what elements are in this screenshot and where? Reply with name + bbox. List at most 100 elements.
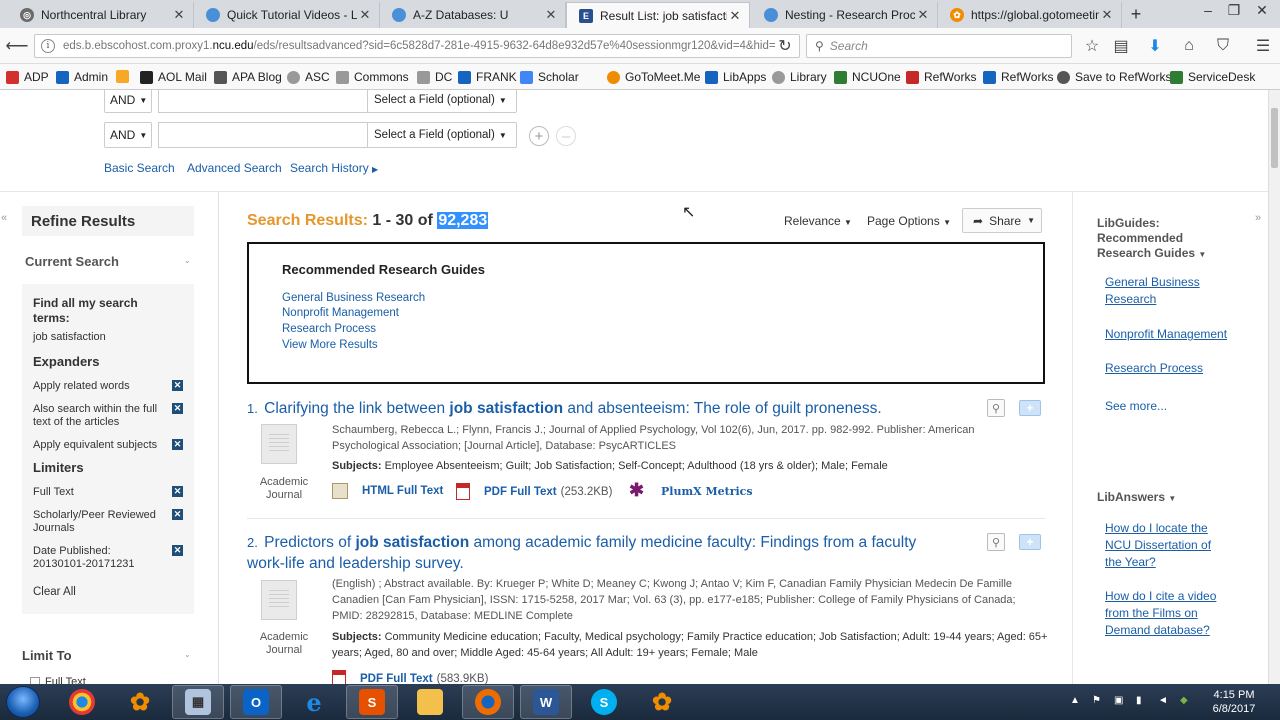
taskbar-word[interactable]: W	[520, 685, 572, 719]
home-icon[interactable]: ⌂	[1178, 35, 1200, 57]
url-bar[interactable]: i eds.b.ebscohost.com.proxy1. ncu.edu/eds…	[34, 34, 800, 58]
taskbar-snagit[interactable]: S	[346, 685, 398, 719]
libguide-link[interactable]: Research Process	[1105, 360, 1235, 377]
tab-gotomeeting[interactable]: ✿ https://global.gotomeetin ✕	[938, 2, 1122, 28]
bookmark-servicedesk[interactable]: ServiceDesk	[1170, 70, 1255, 84]
bookmark-refworks-1[interactable]: RefWorks	[906, 70, 976, 84]
boolean-select-1[interactable]: AND ▼	[104, 90, 152, 113]
chevron-down-icon[interactable]: ⌄	[184, 650, 191, 659]
minimize-button[interactable]: –	[1198, 2, 1218, 18]
search-term-input-1[interactable]	[158, 90, 368, 113]
taskbar-skype[interactable]: S	[578, 685, 630, 719]
boolean-select-2[interactable]: AND ▼	[104, 122, 152, 148]
preview-magnifier-icon[interactable]: ⚲	[987, 533, 1005, 551]
scrollbar-thumb[interactable]	[1271, 108, 1278, 168]
bookmark-admin[interactable]: Admin	[56, 70, 108, 84]
pocket-icon[interactable]: ⛉	[1212, 35, 1234, 57]
bookmark-amazon[interactable]	[116, 70, 134, 83]
field-select-2[interactable]: Select a Field (optional) ▼	[367, 122, 517, 148]
tab-result-list[interactable]: E Result List: job satisfaction ✕	[566, 2, 750, 28]
bookmark-commons[interactable]: Commons	[336, 70, 409, 84]
taskbar-firefox[interactable]	[462, 685, 514, 719]
tab-az-databases[interactable]: A-Z Databases: U ✕	[380, 2, 566, 28]
bookmark-apa-blog[interactable]: APA Blog	[214, 70, 282, 84]
remove-x-icon[interactable]: ✕	[172, 545, 183, 556]
taskbar-gotomeeting-1[interactable]: ✿	[114, 685, 166, 719]
system-clock[interactable]: 4:15 PM 6/8/2017	[1208, 688, 1260, 716]
clear-all-link[interactable]: Clear All	[33, 586, 76, 599]
libguide-link[interactable]: General Business Research	[1105, 274, 1235, 308]
limit-to-heading[interactable]: Limit To	[22, 648, 72, 663]
search-history-link[interactable]: Search History ▶	[290, 161, 378, 175]
taskbar-calculator[interactable]: ▦	[172, 685, 224, 719]
guide-link[interactable]: Research Process	[282, 323, 376, 335]
libguide-link[interactable]: Nonprofit Management	[1105, 326, 1255, 343]
result-title[interactable]: 2. Predictors of job satisfaction among …	[247, 532, 947, 574]
checkbox[interactable]	[30, 677, 40, 684]
relevance-sort[interactable]: Relevance ▼	[784, 214, 852, 228]
close-icon[interactable]: ✕	[357, 7, 373, 23]
chevron-down-icon[interactable]: ⌄	[184, 256, 191, 265]
bookmark-aol-mail[interactable]: AOL Mail	[140, 70, 207, 84]
taskbar-explorer[interactable]	[404, 685, 456, 719]
bookmark-asc[interactable]: ASC	[287, 70, 330, 84]
network-icon[interactable]: ▮	[1136, 695, 1148, 707]
close-icon[interactable]: ✕	[1099, 7, 1115, 23]
html-full-text-link[interactable]: HTML Full Text	[332, 483, 443, 499]
remove-x-icon[interactable]: ✕	[172, 486, 183, 497]
close-window-button[interactable]: ✕	[1252, 2, 1272, 19]
tab-nesting[interactable]: Nesting - Research Proces ✕	[752, 2, 938, 28]
new-tab-button[interactable]: +	[1126, 4, 1146, 25]
search-input[interactable]: ⚲ Search	[806, 34, 1072, 58]
flag-icon[interactable]: ⚑	[1092, 695, 1104, 707]
libanswers-heading[interactable]: LibAnswers ▼	[1097, 490, 1176, 506]
collapse-right-icon[interactable]: »	[1255, 212, 1261, 224]
taskbar-outlook[interactable]: O	[230, 685, 282, 719]
pdf-full-text-link[interactable]: PDF Full Text (253.2KB)	[456, 483, 612, 500]
full-text-checkbox-row[interactable]: Full Text	[30, 676, 86, 684]
bookmark-save-refworks[interactable]: Save to RefWorks	[1057, 70, 1171, 84]
field-select-1[interactable]: Select a Field (optional) ▼	[367, 90, 517, 113]
bookmark-star-icon[interactable]: ☆	[1081, 35, 1103, 57]
close-icon[interactable]: ✕	[727, 8, 743, 24]
pdf-full-text-link[interactable]: PDF Full Text (583.9KB)	[332, 670, 488, 684]
preview-magnifier-icon[interactable]: ⚲	[987, 399, 1005, 417]
share-button[interactable]: ➦ Share ▼	[962, 208, 1042, 233]
info-icon[interactable]: i	[41, 39, 55, 53]
add-to-folder-icon[interactable]: +	[1019, 400, 1041, 416]
basic-search-link[interactable]: Basic Search	[104, 161, 175, 175]
libanswers-link[interactable]: How do I cite a video from the Films on …	[1105, 588, 1230, 639]
libanswers-link[interactable]: How do I locate the NCU Dissertation of …	[1105, 520, 1225, 571]
taskbar-gotomeeting-2[interactable]: ✿	[636, 685, 688, 719]
query-link[interactable]: job satisfaction	[33, 331, 106, 344]
bookmark-libapps[interactable]: LibApps	[705, 70, 766, 84]
advanced-search-link[interactable]: Advanced Search	[187, 161, 282, 175]
libguides-heading[interactable]: LibGuides: Recommended Research Guides ▼	[1097, 216, 1217, 262]
menu-icon[interactable]: ☰	[1252, 35, 1274, 57]
bookmark-refworks-2[interactable]: RefWorks	[983, 70, 1053, 84]
result-title[interactable]: 1. Clarifying the link between job satis…	[247, 398, 947, 419]
bookmark-frank[interactable]: FRANK	[458, 70, 517, 84]
taskbar-chrome[interactable]	[56, 685, 108, 719]
download-icon[interactable]: ⬇	[1144, 35, 1166, 57]
remove-x-icon[interactable]: ✕	[172, 380, 183, 391]
close-icon[interactable]: ✕	[171, 7, 187, 23]
close-icon[interactable]: ✕	[543, 7, 559, 23]
tab-northcentral-library[interactable]: ◎ Northcentral Library ✕	[8, 2, 194, 28]
taskbar-ie[interactable]: e	[288, 685, 340, 719]
plumx-metrics-link[interactable]: ✱ PlumX Metrics	[629, 482, 753, 500]
close-icon[interactable]: ✕	[915, 7, 931, 23]
bookmark-scholar[interactable]: Scholar	[520, 70, 579, 84]
remove-x-icon[interactable]: ✕	[172, 439, 183, 450]
device-icon[interactable]: ▣	[1114, 695, 1126, 707]
remove-x-icon[interactable]: ✕	[172, 403, 183, 414]
reading-list-icon[interactable]: ▤	[1110, 35, 1132, 57]
current-search-heading[interactable]: Current Search	[25, 254, 119, 269]
add-to-folder-icon[interactable]: +	[1019, 534, 1041, 550]
bookmark-ncuone[interactable]: NCUOne	[834, 70, 901, 84]
bookmark-library[interactable]: Library	[772, 70, 827, 84]
bookmark-dc[interactable]: DC	[417, 70, 452, 84]
tab-tutorial-videos[interactable]: Quick Tutorial Videos - Le ✕	[194, 2, 380, 28]
remove-row-icon[interactable]: –	[556, 126, 576, 146]
page-options-menu[interactable]: Page Options ▼	[867, 214, 951, 228]
